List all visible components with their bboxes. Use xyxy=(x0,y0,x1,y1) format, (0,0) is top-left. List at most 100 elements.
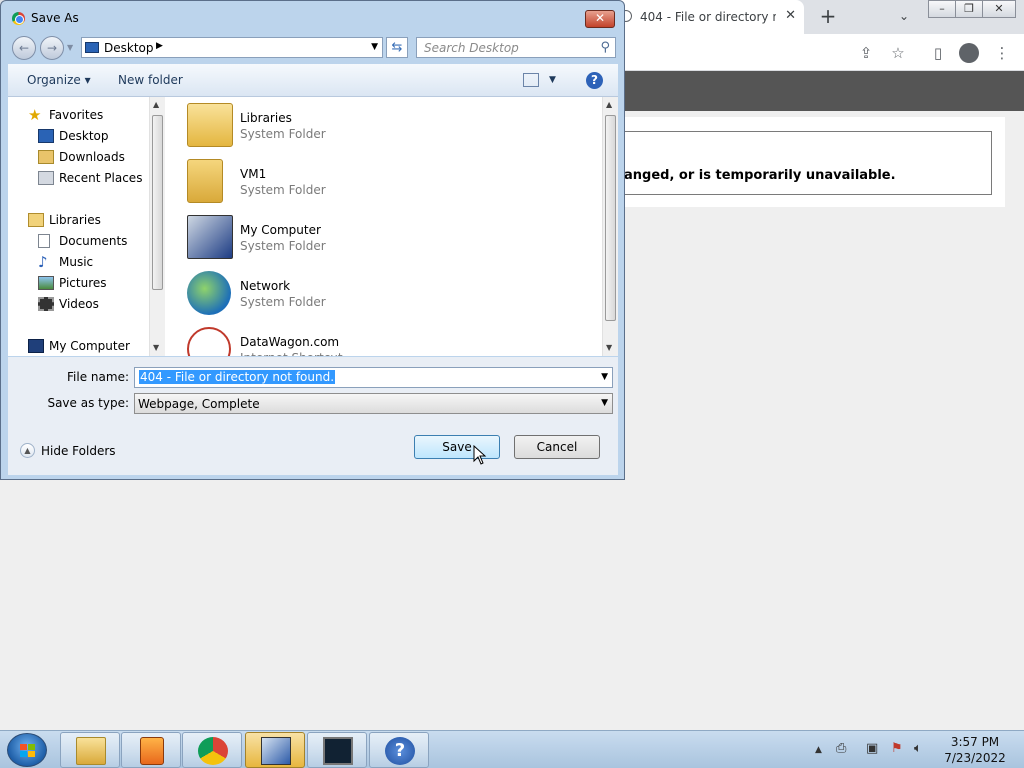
printer-icon[interactable]: ⎙ xyxy=(836,741,846,756)
file-item-vm1[interactable]: VM1 System Folder xyxy=(185,155,485,207)
file-item-my-computer[interactable]: My Computer System Folder xyxy=(185,211,485,263)
network-icon xyxy=(187,271,231,315)
taskbar-help[interactable]: ? xyxy=(369,732,429,768)
network-status-icon[interactable]: ▣ xyxy=(866,741,878,756)
task-monitor-icon xyxy=(323,737,353,765)
refresh-button[interactable]: ⇆ xyxy=(386,37,408,58)
pictures-icon xyxy=(38,276,54,290)
file-list-scrollbar[interactable]: ▲ ▼ xyxy=(602,97,618,356)
back-button[interactable]: ← xyxy=(12,36,36,60)
file-name: DataWagon.com xyxy=(240,335,340,349)
search-placeholder: Search Desktop xyxy=(424,41,519,55)
volume-icon[interactable]: 🔈︎ xyxy=(914,741,922,756)
forward-button[interactable]: → xyxy=(40,36,64,60)
history-dropdown-icon[interactable]: ▼ xyxy=(67,43,73,52)
libraries-icon xyxy=(28,213,44,227)
recent-places-icon xyxy=(38,171,54,185)
chrome-icon xyxy=(198,737,228,765)
taskbar-network-tool[interactable] xyxy=(245,732,305,768)
address-text: Desktop xyxy=(104,41,154,55)
new-folder-button[interactable]: New folder xyxy=(118,73,183,87)
minimize-button[interactable]: – xyxy=(928,0,956,18)
file-item-libraries[interactable]: Libraries System Folder xyxy=(185,99,485,151)
mouse-cursor-icon xyxy=(473,445,487,465)
error-box: anged, or is temporarily unavailable. xyxy=(612,131,992,195)
page-header-bar xyxy=(612,71,1024,111)
profile-avatar[interactable] xyxy=(959,43,979,63)
chrome-icon xyxy=(12,12,25,25)
media-player-icon xyxy=(140,737,164,765)
computer-icon xyxy=(187,215,233,259)
scroll-thumb[interactable] xyxy=(605,115,616,321)
computer-icon xyxy=(28,339,44,353)
bookmark-star-icon[interactable]: ☆ xyxy=(888,43,908,63)
nav-label: Downloads xyxy=(59,150,125,164)
tab-title: 404 - File or directory not found. xyxy=(640,10,776,24)
share-icon[interactable]: ⇪ xyxy=(856,43,876,63)
downloads-icon xyxy=(38,150,54,164)
tab-search-icon[interactable]: ⌄ xyxy=(894,9,914,23)
taskbar-task-monitor[interactable] xyxy=(307,732,367,768)
new-tab-button[interactable]: + xyxy=(816,4,840,28)
taskbar-chrome[interactable] xyxy=(182,732,242,768)
address-dropdown-icon[interactable]: ▼ xyxy=(371,42,378,52)
scroll-up-icon[interactable]: ▲ xyxy=(153,100,159,109)
system-clock[interactable]: 3:57 PM 7/23/2022 xyxy=(940,734,1010,766)
save-type-dropdown-icon[interactable]: ▼ xyxy=(601,398,608,408)
error-content: anged, or is temporarily unavailable. xyxy=(612,117,1005,207)
music-icon: ♪ xyxy=(38,253,48,271)
more-menu-icon[interactable]: ⋮ xyxy=(992,43,1012,63)
file-type: System Folder xyxy=(240,295,326,309)
tab-close-icon[interactable]: ✕ xyxy=(785,8,796,23)
windows-logo-icon xyxy=(20,744,35,757)
start-button[interactable] xyxy=(7,733,47,767)
close-window-button[interactable]: ✕ xyxy=(982,0,1016,18)
file-item-network[interactable]: Network System Folder xyxy=(185,267,485,319)
file-name: Network xyxy=(240,279,291,293)
file-item-datawagon[interactable]: DataWagon.com Internet Shortcut xyxy=(185,323,485,356)
restore-button[interactable]: ❐ xyxy=(955,0,983,18)
save-button[interactable]: Save xyxy=(414,435,500,459)
help-icon: ? xyxy=(385,737,415,765)
libraries-folder-icon xyxy=(187,103,233,147)
breadcrumb-arrow-icon[interactable]: ▶ xyxy=(156,41,163,51)
file-name: My Computer xyxy=(240,223,321,237)
star-icon: ★ xyxy=(28,106,42,124)
browser-tab[interactable]: 404 - File or directory not found. ✕ xyxy=(612,0,804,34)
scroll-up-icon[interactable]: ▲ xyxy=(606,100,612,109)
file-type: System Folder xyxy=(240,127,326,141)
scroll-down-icon[interactable]: ▼ xyxy=(153,343,159,352)
file-name: Libraries xyxy=(240,111,292,125)
nav-label: Favorites xyxy=(49,108,104,122)
search-icon[interactable]: ⚲ xyxy=(600,40,610,55)
error-message: anged, or is temporarily unavailable. xyxy=(624,168,896,183)
network-tool-icon xyxy=(261,737,291,765)
nav-label: Libraries xyxy=(49,213,101,227)
save-type-select[interactable]: Webpage, Complete ▼ xyxy=(134,393,613,414)
help-icon[interactable]: ? xyxy=(586,72,603,89)
show-hidden-icons-icon[interactable]: ▲ xyxy=(815,745,822,755)
cancel-button[interactable]: Cancel xyxy=(514,435,600,459)
file-name-field[interactable]: 404 - File or directory not found. ▼ xyxy=(134,367,613,388)
nav-label: Music xyxy=(59,255,94,269)
search-input[interactable]: Search Desktop ⚲ xyxy=(416,37,616,58)
address-bar[interactable]: Desktop ▶ ▼ xyxy=(81,37,383,58)
scroll-thumb[interactable] xyxy=(152,115,163,290)
file-list: Libraries System Folder VM1 System Folde… xyxy=(165,97,602,356)
scroll-down-icon[interactable]: ▼ xyxy=(606,343,612,352)
nav-label: Recent Places xyxy=(59,171,143,185)
organize-button[interactable]: Organize ▾ xyxy=(27,73,91,87)
view-options-icon[interactable] xyxy=(523,73,539,87)
dialog-close-button[interactable]: ✕ xyxy=(585,10,615,28)
taskbar-file-explorer[interactable] xyxy=(60,732,120,768)
taskbar-media-player[interactable] xyxy=(121,732,181,768)
save-type-value: Webpage, Complete xyxy=(138,397,260,411)
file-name-dropdown-icon[interactable]: ▼ xyxy=(601,372,608,382)
nav-label: Documents xyxy=(59,234,128,248)
side-panel-icon[interactable]: ▯ xyxy=(928,43,948,63)
user-folder-icon xyxy=(187,159,223,203)
action-center-icon[interactable]: ⚑ xyxy=(891,741,903,756)
nav-pane-scrollbar[interactable]: ▲ ▼ xyxy=(149,97,165,356)
file-name: VM1 xyxy=(240,167,267,181)
view-dropdown-icon[interactable]: ▼ xyxy=(549,75,556,85)
